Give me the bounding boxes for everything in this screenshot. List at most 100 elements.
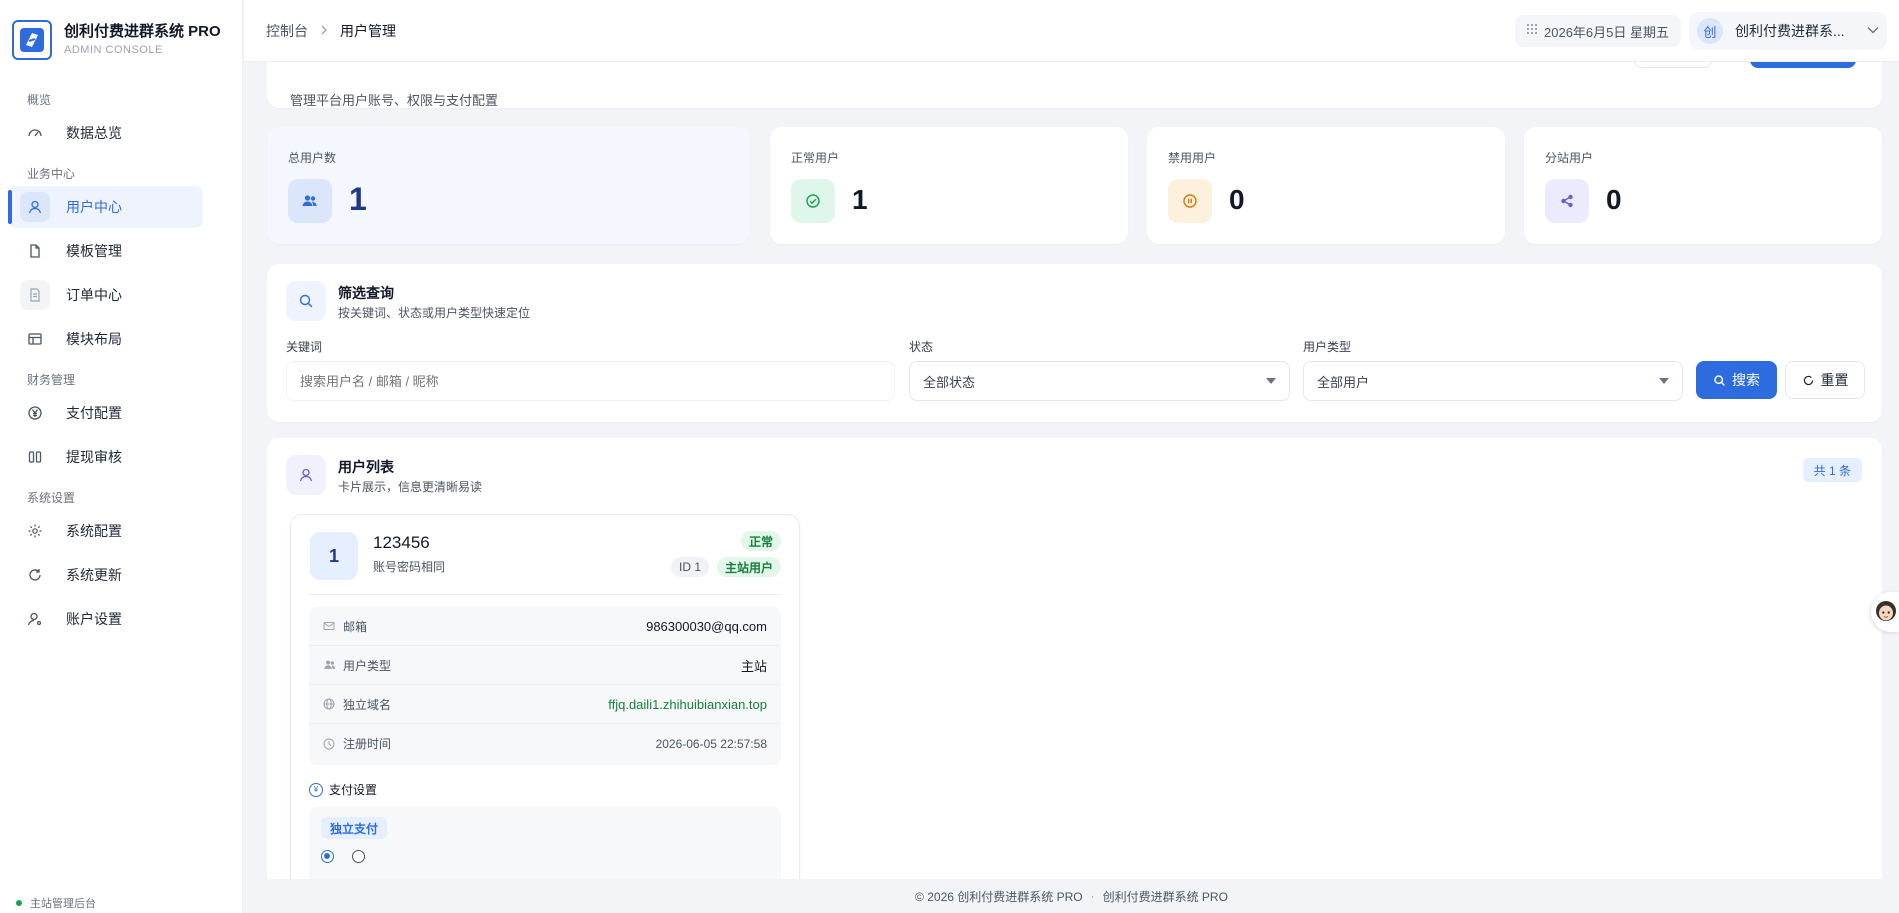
info-row-user-type: 用户类型 主站 [309, 646, 781, 685]
avatar: 1 [310, 532, 358, 580]
withdraw-icon [20, 442, 50, 472]
sidebar-item-system-update[interactable]: 系统更新 [8, 554, 203, 596]
info-label: 用户类型 [343, 658, 392, 673]
sidebar-footer: 主站管理后台 [16, 895, 96, 911]
stat-value: 1 [852, 184, 868, 215]
users-icon [288, 179, 332, 223]
stat-label: 正常用户 [791, 151, 840, 165]
stat-label: 总用户数 [288, 151, 337, 165]
order-doc-icon [20, 280, 50, 310]
dashboard-gauge-icon [20, 118, 50, 148]
user-username: 123456 [373, 533, 430, 552]
filter-subtitle: 按关键词、状态或用户类型快速定位 [338, 306, 531, 320]
gear-icon [20, 516, 50, 546]
brand[interactable]: 创利付费进群系统 PRO ADMIN CONSOLE [0, 0, 242, 62]
sidebar-item-system-config[interactable]: 系统配置 [8, 510, 203, 552]
sidebar-item-withdraw-review[interactable]: 提现审核 [8, 436, 203, 478]
breadcrumb-chevron-icon [320, 23, 328, 38]
filter-title: 筛选查询 [338, 285, 394, 301]
sidebar: 创利付费进群系统 PRO ADMIN CONSOLE 概览 数据总览 业务中心 … [0, 0, 243, 913]
user-menu[interactable]: 创 创利付费进群系... [1689, 12, 1887, 50]
nav-group-system: 系统设置 [27, 491, 76, 505]
page-footer: © 2026 创利付费进群系统 PRO · 创利付费进群系统 PRO [244, 879, 1899, 913]
assistant-avatar-button[interactable] [1871, 592, 1899, 632]
status-select-value: 全部状态 [923, 374, 976, 390]
stat-value: 1 [349, 181, 367, 217]
refresh-icon [1803, 375, 1813, 385]
footer-copyright: © 2026 创利付费进群系统 PRO [915, 889, 1083, 904]
sidebar-item-account-settings[interactable]: 账户设置 [8, 598, 203, 640]
stat-card-total: 总用户数 1 [267, 127, 750, 244]
search-button-label: 搜索 [1732, 372, 1760, 388]
info-row-domain: 独立域名 ffjq.daili1.zhihuibianxian.top [309, 685, 781, 724]
info-label: 独立域名 [343, 697, 392, 712]
info-label: 注册时间 [343, 737, 392, 751]
check-circle-icon [791, 179, 835, 223]
sidebar-item-dashboard[interactable]: 数据总览 [8, 112, 203, 154]
stat-card-disabled: 禁用用户 0 [1147, 127, 1505, 244]
stat-label: 禁用用户 [1168, 151, 1217, 165]
status-select[interactable]: 全部状态 [909, 361, 1290, 401]
reset-button[interactable]: 重置 [1785, 361, 1865, 399]
page-header-card: 管理平台用户账号、权限与支付配置 [267, 62, 1882, 108]
sidebar-item-label: 系统更新 [66, 567, 122, 583]
stat-card-substation: 分站用户 0 [1524, 127, 1882, 244]
brand-subtitle: ADMIN CONSOLE [64, 44, 163, 56]
search-icon [1714, 374, 1725, 386]
divider [309, 594, 781, 595]
payment-settings-title: 支付设置 [329, 783, 378, 797]
sidebar-item-label: 数据总览 [66, 125, 122, 141]
header-secondary-button[interactable] [1634, 62, 1712, 68]
search-button[interactable]: 搜索 [1696, 361, 1777, 399]
caret-down-icon [1659, 378, 1669, 384]
breadcrumb-item-console[interactable]: 控制台 [266, 21, 308, 41]
keyword-search-input[interactable] [286, 361, 895, 401]
info-value: 986300030@qq.com [646, 618, 767, 634]
date-text: 2026年6月5日 星期五 [1544, 24, 1669, 40]
sidebar-item-label: 账户设置 [66, 611, 122, 627]
brand-logo-icon [12, 20, 52, 60]
search-icon [286, 281, 326, 321]
id-badge: ID 1 [670, 557, 709, 577]
sidebar-item-label: 订单中心 [66, 287, 122, 303]
sidebar-footer-text: 主站管理后台 [30, 898, 96, 910]
footer-separator: · [1090, 889, 1095, 903]
user-info-list: 邮箱 986300030@qq.com 用户类型 主站 独立域名 ffjq.da… [309, 607, 781, 765]
pay-radio-option-2[interactable] [352, 850, 365, 863]
sidebar-item-label: 用户中心 [66, 199, 122, 215]
pause-circle-icon [1168, 179, 1212, 223]
footer-product: 创利付费进群系统 PRO [1102, 889, 1228, 904]
sidebar-item-layout[interactable]: 模块布局 [8, 318, 203, 360]
status-label: 状态 [909, 340, 934, 354]
avatar: 创 [1697, 18, 1723, 44]
filter-card: 筛选查询 按关键词、状态或用户类型快速定位 关键词 状态 全部状态 用户类型 全… [267, 264, 1882, 422]
sidebar-item-orders[interactable]: 订单中心 [8, 274, 203, 316]
header-primary-button[interactable] [1750, 62, 1856, 68]
stat-card-active: 正常用户 1 [770, 127, 1128, 244]
share-icon [1545, 179, 1589, 223]
user-type-select[interactable]: 全部用户 [1303, 361, 1683, 401]
chevron-down-icon [1867, 25, 1879, 37]
pay-radio-option-1[interactable] [321, 850, 334, 863]
user-count-badge: 共 1 条 [1802, 458, 1862, 482]
mail-icon [323, 620, 337, 632]
sidebar-item-label: 支付配置 [66, 405, 122, 421]
status-dot-icon [16, 900, 22, 906]
sidebar-item-user-center[interactable]: 用户中心 [8, 186, 203, 228]
sidebar-item-label: 模板管理 [66, 243, 122, 259]
globe-icon [323, 698, 337, 710]
user-list-title: 用户列表 [338, 459, 394, 475]
sidebar-item-label: 提现审核 [66, 449, 122, 465]
domain-link[interactable]: ffjq.daili1.zhihuibianxian.top [608, 697, 767, 712]
stat-value: 0 [1606, 184, 1622, 215]
sidebar-nav: 概览 数据总览 业务中心 用户中心 模板管理 订单中心 模块布局 财务管理 支付… [0, 62, 242, 640]
sidebar-item-templates[interactable]: 模板管理 [8, 230, 203, 272]
independent-pay-tag: 独立支付 [321, 817, 388, 839]
caret-down-icon [1266, 378, 1276, 384]
user-list-card: 用户列表 卡片展示，信息更清晰易读 共 1 条 1 123456 账号密码相同 … [267, 438, 1882, 879]
payment-settings-panel: 独立支付 [309, 807, 781, 879]
sidebar-item-payment-config[interactable]: 支付配置 [8, 392, 203, 434]
user-card[interactable]: 1 123456 账号密码相同 正常 ID 1 主站用户 邮箱 98630003… [290, 514, 800, 879]
user-icon [20, 192, 50, 222]
user-name: 创利付费进群系... [1735, 23, 1845, 39]
